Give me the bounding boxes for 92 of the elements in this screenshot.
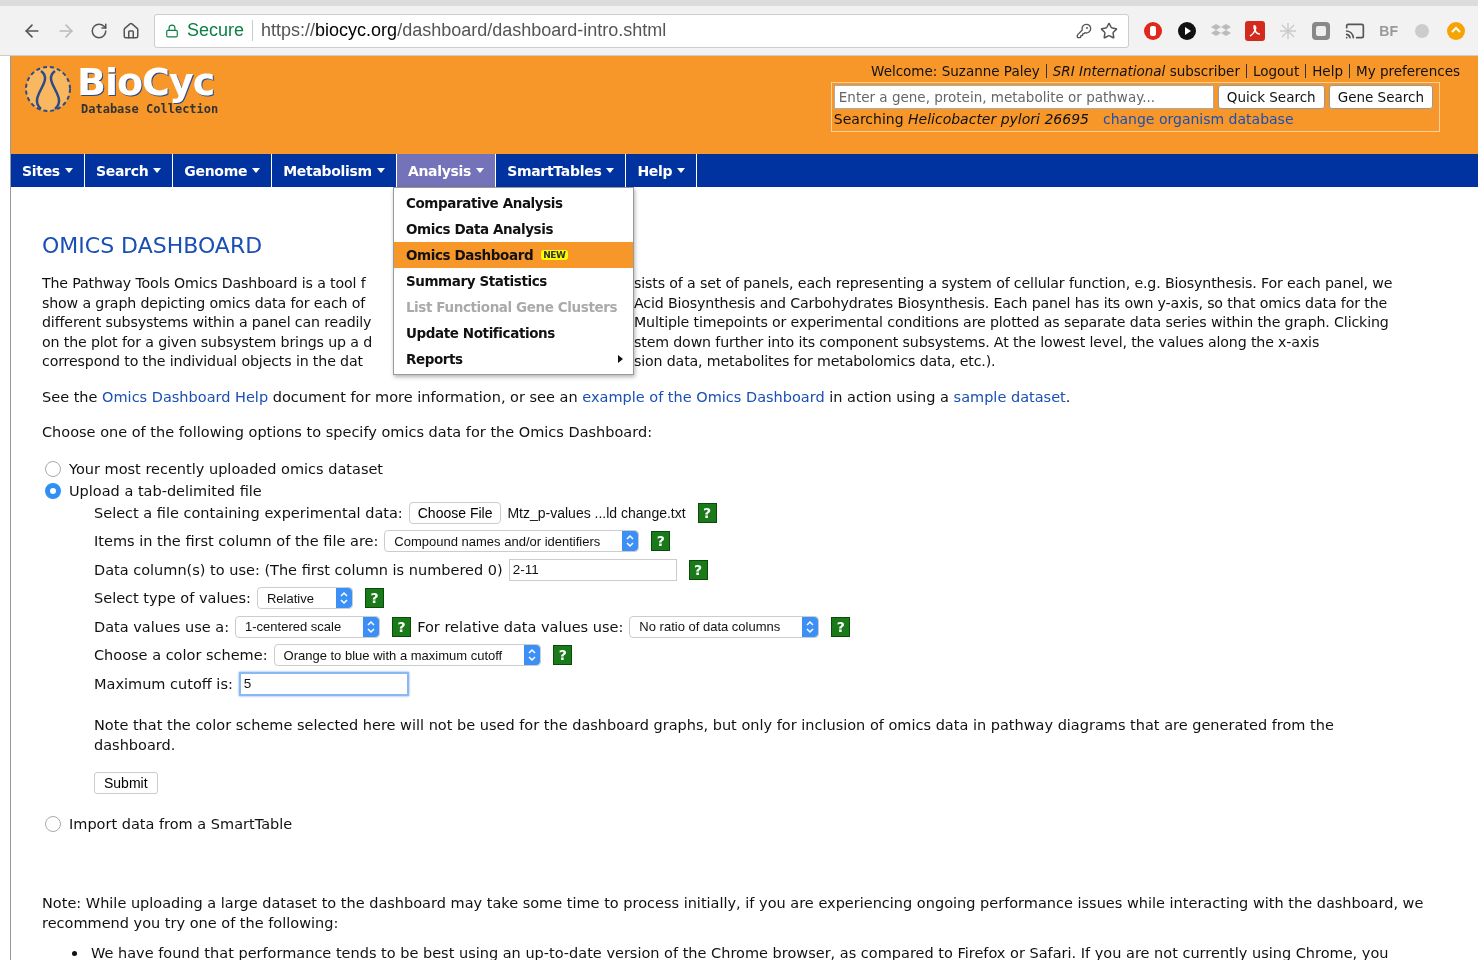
stepper-icon <box>802 616 819 637</box>
submit-button[interactable]: Submit <box>94 772 158 794</box>
help-icon[interactable]: ? <box>688 559 708 580</box>
file-name: Mtz_p-values ...ld change.txt <box>507 504 686 521</box>
header-link[interactable]: Welcome: Suzanne Paley <box>865 64 1047 78</box>
intro-text: correspond to the individual objects in the dat <box>42 352 363 371</box>
intro-text: Acid Biosynthesis and Carbohydrates Biosynthesis. Each panel has its own y-axis, so that omics data for the <box>634 293 1388 313</box>
reload-icon[interactable] <box>90 21 108 40</box>
secure-label: Secure <box>187 20 254 41</box>
intro-text: show a graph depicting omics data for each of <box>42 293 366 313</box>
intro-text: Multiple timepoints or experimental conditions are plotted as separate data series within the graph. Clicking <box>634 313 1389 332</box>
nav-menu-item[interactable]: SmartTables <box>496 154 627 187</box>
select-dropdown[interactable]: Relative <box>257 587 353 610</box>
intro-text: The Pathway Tools Omics Dashboard is a tool f <box>42 274 366 293</box>
help-icon[interactable]: ? <box>697 502 717 523</box>
lock-icon <box>165 23 179 38</box>
select-dropdown[interactable]: No ratio of data columns <box>629 615 820 638</box>
select-dropdown[interactable]: Orange to blue with a maximum cutoff <box>273 644 542 667</box>
key-icon[interactable] <box>1076 22 1093 39</box>
header-link[interactable]: Help <box>1306 64 1350 78</box>
radio-button[interactable] <box>45 816 61 832</box>
pdf-icon[interactable] <box>1245 20 1266 41</box>
bullet-icon <box>72 950 77 956</box>
nav-menu-item[interactable]: Help <box>626 154 698 187</box>
field-label: Select type of values: <box>94 590 251 607</box>
nav-menu-item[interactable]: Sites <box>11 154 85 187</box>
star-icon[interactable] <box>1100 21 1119 40</box>
stepper-icon <box>363 616 380 637</box>
menu-item[interactable]: Update Notifications <box>393 320 633 346</box>
menu-item[interactable]: Omics Data Analysis <box>393 216 633 242</box>
menu-item[interactable]: Comparative Analysis <box>393 190 633 216</box>
search-button[interactable]: Quick Search <box>1217 85 1325 109</box>
field-label: Data column(s) to use: (The first column is numbered 0) <box>94 561 503 578</box>
help-icon[interactable]: ? <box>831 616 851 637</box>
search-button[interactable]: Gene Search <box>1328 85 1433 109</box>
field-label: Maximum cutoff is: <box>94 675 233 692</box>
home-icon[interactable] <box>122 21 140 40</box>
help-paragraph: See the Omics Dashboard Help document for more information, or see an example of the Omics Dashboard in action using a sample dataset. <box>42 387 1072 407</box>
help-icon[interactable]: ? <box>651 531 671 552</box>
field-label: For relative data values use: <box>417 618 624 635</box>
radio-label: Import data from a SmartTable <box>69 816 293 832</box>
radio-label: Your most recently uploaded omics dataset <box>69 460 384 477</box>
new-badge: NEW <box>541 250 568 260</box>
field-label: Choose a color scheme: <box>94 647 268 664</box>
stepper-icon <box>622 531 639 552</box>
nav-menu-item[interactable]: Metabolism <box>272 154 397 187</box>
header-link[interactable]: Logout <box>1247 64 1307 78</box>
stepper-icon <box>335 588 352 609</box>
nav-menu-item[interactable]: Search <box>84 154 174 187</box>
header-link[interactable]: My preferences <box>1350 64 1466 78</box>
radio-button[interactable] <box>45 482 61 499</box>
logo-icon <box>23 63 73 115</box>
header-link[interactable]: SRI International subscriber <box>1046 64 1247 78</box>
intro-text: on the plot for a given subsystem brings up a d <box>42 332 372 352</box>
text-link[interactable]: Omics Dashboard Help <box>102 388 269 405</box>
nav-menu-item[interactable]: Genome <box>173 154 273 187</box>
page-title: OMICS DASHBOARD <box>42 233 263 258</box>
help-icon[interactable]: ? <box>392 616 412 637</box>
input-field[interactable]: 5 <box>238 671 409 696</box>
input-field[interactable]: 2-11 <box>508 558 677 581</box>
menu-item[interactable]: Reports <box>393 346 633 372</box>
logo-title: BioCyc <box>77 62 215 102</box>
address-bar[interactable]: Secure https://biocyc.org/dashboard/dashboard-intro.shtml <box>154 13 1130 48</box>
play-icon[interactable] <box>1177 20 1198 41</box>
url-text: https://biocyc.org/dashboard/dashboard-intro.shtml <box>261 20 667 41</box>
field-label: Data values use a: <box>94 618 230 635</box>
radio-label: Upload a tab-delimited file <box>69 482 262 499</box>
menu-item[interactable]: Summary Statistics <box>393 268 633 294</box>
radio-button[interactable] <box>45 460 61 477</box>
select-dropdown[interactable]: 1-centered scale <box>235 615 381 638</box>
nav-menu-item[interactable]: Analysis <box>396 154 497 187</box>
bottom-note: Note: While uploading a large dataset to the dashboard may take some time to process initially, if you are experiencing ongoing performance issues while interacting with the dashboard, we recommend you try one of the following: <box>42 894 1425 933</box>
intro-text: sists of a set of panels, each representing a system of cellular function, e.g. Biosynthesis. For each panel, we <box>634 274 1393 293</box>
text-link[interactable]: sample dataset <box>953 388 1066 405</box>
select-dropdown[interactable]: Compound names and/or identifiers <box>384 530 640 553</box>
choose-file-button[interactable]: Choose File <box>408 501 502 524</box>
text-link[interactable]: example of the Omics Dashboard <box>582 388 825 405</box>
intro-text: different subsystems within a panel can readily <box>42 313 372 332</box>
help-icon[interactable]: ? <box>553 645 573 666</box>
form-note: Note that the color scheme selected here will not be used for the dashboard graphs, but only for inclusion of omics data in pathway diagrams that are generated from the dashboard. <box>94 716 1335 755</box>
search-field[interactable]: Enter a gene, protein, metabolite or pathway... <box>833 85 1214 109</box>
square-icon[interactable] <box>1311 20 1332 41</box>
searching-organism: Searching Helicobacter pylori 26695 <box>833 111 1089 127</box>
stepper-icon <box>524 645 541 666</box>
field-label: Items in the first column of the file are: <box>94 533 379 550</box>
menu-item[interactable]: Omics Dashboard NEW <box>393 242 633 268</box>
logo-subtitle: Database Collection <box>81 102 219 116</box>
instruction-text: Choose one of the following options to specify omics data for the Omics Dashboard: <box>42 423 654 442</box>
field-label: Select a file containing experimental data: <box>94 504 403 521</box>
help-icon[interactable]: ? <box>364 588 384 609</box>
intro-text: stem down further into its component subsystems. At the lowest level, the values along the x-axis <box>634 332 1320 352</box>
intro-text: sion data, metabolites for metabolomics data, etc.). <box>634 352 996 371</box>
